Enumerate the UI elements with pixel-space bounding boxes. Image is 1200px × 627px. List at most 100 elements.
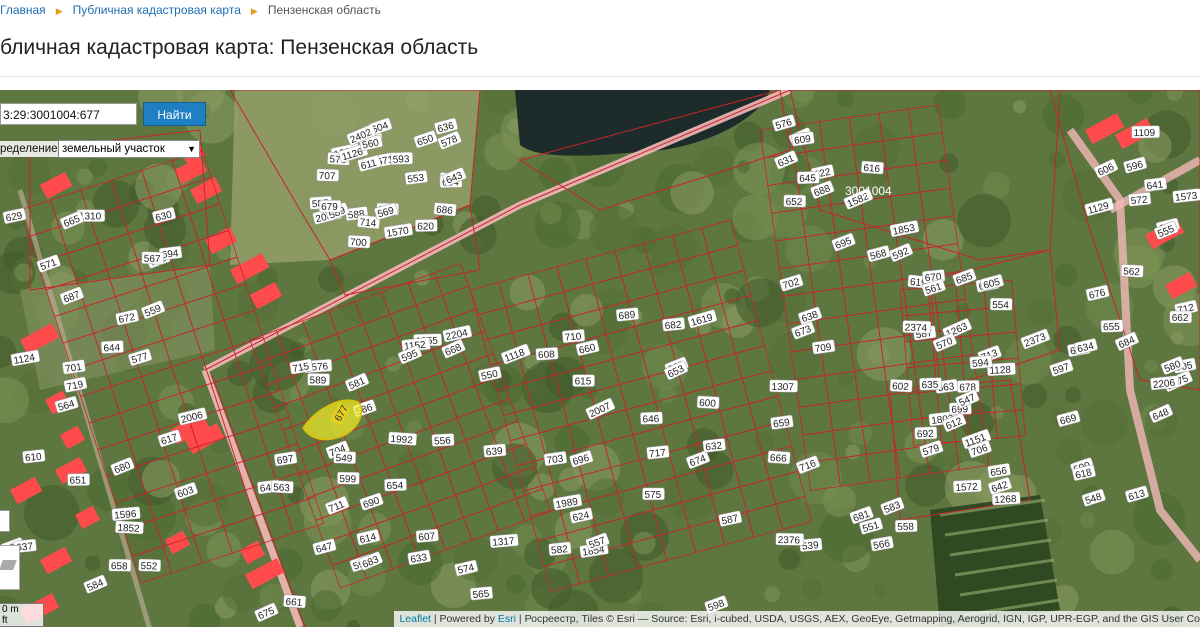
- parcel-number-label[interactable]: 1572: [952, 479, 982, 494]
- breadcrumb-current: Пензенская область: [267, 3, 381, 17]
- parcel-number-label[interactable]: 1109: [1131, 125, 1160, 139]
- parcel-number-label[interactable]: 562: [1120, 264, 1144, 278]
- breadcrumb: Главная ▶ Публичная кадастровая карта ▶ Пенз…: [0, 0, 1200, 20]
- parcel-number-label[interactable]: 599: [337, 471, 360, 485]
- parcel-number-label[interactable]: 593: [390, 151, 414, 166]
- parcel-number-label[interactable]: 658: [108, 558, 132, 572]
- parcel-number-label[interactable]: 645: [796, 170, 820, 185]
- page-title: бличная кадастровая карта: Пензенская об…: [0, 36, 479, 59]
- parcel-number-label[interactable]: 572: [1128, 192, 1152, 207]
- layers-control[interactable]: [0, 545, 20, 590]
- object-type-select[interactable]: земельный участок ▼: [58, 140, 200, 158]
- layers-icon: [0, 560, 17, 570]
- parcel-number-label[interactable]: 554: [989, 297, 1013, 311]
- cadastral-map[interactable]: 1855185418531852208911511109115211185391…: [0, 90, 1200, 627]
- map-canvas[interactable]: 1855185418531852208911511109115211185391…: [0, 90, 1200, 627]
- tree-canopy: [570, 293, 603, 327]
- parcel-number-label[interactable]: 553: [404, 170, 428, 186]
- svg-text:599: 599: [339, 474, 356, 485]
- parcel-number-label[interactable]: 607: [415, 528, 439, 544]
- parcel-number-label[interactable]: 602: [889, 378, 913, 393]
- parcel-number-label[interactable]: 1992: [388, 431, 418, 447]
- parcel-number-label[interactable]: 1307: [769, 379, 798, 393]
- parcel-number-label[interactable]: 654: [384, 478, 407, 492]
- svg-text:1109: 1109: [1134, 128, 1156, 139]
- parcel-number-label[interactable]: 608: [535, 346, 559, 362]
- tree-canopy: [905, 464, 948, 507]
- svg-text:661: 661: [285, 597, 303, 609]
- search-button[interactable]: Найти: [143, 102, 206, 126]
- parcel-number-label[interactable]: 651: [67, 473, 90, 487]
- parcel-number-label[interactable]: 661: [283, 594, 307, 610]
- parcel-number-label[interactable]: 700: [347, 234, 371, 249]
- svg-text:600: 600: [699, 398, 717, 410]
- breadcrumb-home[interactable]: Главная: [0, 0, 46, 20]
- parcel-number-label[interactable]: 679: [318, 199, 342, 213]
- parcel-number-label[interactable]: 594: [969, 355, 993, 370]
- svg-text:1307: 1307: [771, 382, 794, 393]
- cadastral-search-input[interactable]: 3:29:3001004:677: [0, 103, 137, 125]
- parcel-number-label[interactable]: 552: [138, 558, 162, 573]
- parcel-number-label[interactable]: 549: [333, 450, 357, 465]
- parcel-number-label[interactable]: 652: [783, 194, 807, 208]
- parcel-number-label[interactable]: 620: [414, 219, 438, 233]
- svg-text:1128: 1128: [989, 365, 1011, 377]
- parcel-number-label[interactable]: 589: [307, 373, 330, 387]
- parcel-number-label[interactable]: 616: [860, 160, 884, 176]
- parcel-number-label[interactable]: 662: [1169, 310, 1192, 324]
- parcel-number-label[interactable]: 563: [270, 480, 294, 494]
- tree-canopy: [1054, 263, 1078, 287]
- parcel-number-label[interactable]: 565: [469, 586, 494, 601]
- parcel-number-label[interactable]: 558: [894, 519, 918, 533]
- parcel-number-label[interactable]: 556: [431, 433, 455, 447]
- svg-text:552: 552: [140, 561, 157, 573]
- parcel-number-label[interactable]: 644: [100, 340, 124, 354]
- tree-canopy: [505, 574, 526, 595]
- parcel-number-label[interactable]: 1317: [489, 533, 519, 549]
- scale-bar: 0 m ft: [0, 603, 44, 627]
- parcel-number-label[interactable]: 600: [696, 395, 720, 410]
- parcel-number-label[interactable]: 655: [1100, 319, 1124, 334]
- parcel-number-label[interactable]: 646: [640, 411, 663, 426]
- svg-text:558: 558: [897, 522, 914, 533]
- parcel-number-label[interactable]: 582: [548, 541, 572, 557]
- breadcrumb-cadastral-map[interactable]: Публичная кадастровая карта: [73, 0, 241, 20]
- parcel-number-label[interactable]: 666: [767, 450, 791, 466]
- svg-text:608: 608: [538, 349, 556, 361]
- parcel-number-label[interactable]: 1573: [1172, 188, 1200, 204]
- parcel-number-label[interactable]: 1852: [115, 520, 144, 535]
- breadcrumb-separator-icon: ▶: [55, 6, 63, 16]
- parcel-number-label[interactable]: 641: [1143, 177, 1168, 193]
- parcel-number-label[interactable]: 1596: [111, 506, 141, 522]
- parcel-number-label[interactable]: 710: [562, 328, 586, 344]
- tree-canopy: [848, 421, 873, 446]
- parcel-number-label[interactable]: 717: [646, 445, 670, 460]
- tree-canopy: [588, 548, 644, 604]
- zoom-control[interactable]: [0, 510, 10, 532]
- parcel-number-label[interactable]: 639: [483, 443, 507, 459]
- parcel-number-label[interactable]: 610: [22, 449, 46, 464]
- svg-text:616: 616: [863, 163, 881, 175]
- svg-text:686: 686: [436, 205, 454, 217]
- parcel-number-label[interactable]: 632: [702, 438, 726, 454]
- parcel-number-label[interactable]: 689: [615, 307, 640, 323]
- parcel-number-label[interactable]: 682: [662, 317, 686, 332]
- svg-text:567: 567: [144, 254, 161, 266]
- parcel-number-label[interactable]: 2376: [775, 532, 805, 546]
- svg-text:645: 645: [799, 173, 816, 185]
- parcel-number-label[interactable]: 615: [572, 374, 595, 388]
- parcel-number-label[interactable]: 707: [316, 168, 340, 183]
- parcel-number-label[interactable]: 575: [642, 487, 665, 501]
- leaflet-link[interactable]: Leaflet: [399, 613, 431, 625]
- svg-text:717: 717: [649, 447, 667, 460]
- tree-canopy: [1170, 331, 1184, 345]
- parcel-number-label[interactable]: 2374: [902, 320, 932, 334]
- parcel-number-label[interactable]: 635: [919, 377, 942, 392]
- parcel-number-label[interactable]: 692: [914, 426, 938, 441]
- parcel-number-label[interactable]: 567: [141, 251, 165, 266]
- parcel-number-label[interactable]: 686: [433, 202, 457, 217]
- svg-text:689: 689: [618, 310, 636, 323]
- esri-link[interactable]: Esri: [498, 613, 516, 625]
- svg-text:594: 594: [972, 358, 990, 370]
- svg-text:635: 635: [921, 380, 938, 392]
